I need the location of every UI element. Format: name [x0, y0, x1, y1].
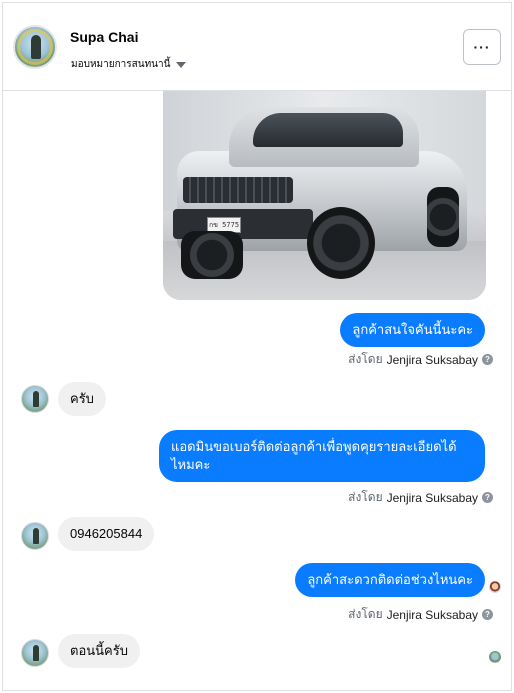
- caret-down-icon: [176, 62, 187, 68]
- question-circle-icon[interactable]: ?: [482, 492, 493, 503]
- more-options-button[interactable]: ···: [463, 29, 501, 65]
- contact-avatar-small[interactable]: [21, 522, 49, 550]
- seen-avatar-icon: [489, 651, 501, 663]
- sent-by-prefix: ส่งโดย: [348, 490, 383, 504]
- message-thread[interactable]: กข 5775 ลูกค้าสนใจคันนี้นะคะ ส่งโดย Jenj…: [3, 91, 511, 690]
- sent-by-prefix: ส่งโดย: [348, 352, 383, 366]
- contact-avatar[interactable]: [13, 25, 57, 69]
- outgoing-message[interactable]: แอดมินขอเบอร์ติดต่อลูกค้าเพื่อพูดคุยรายล…: [159, 430, 485, 482]
- car-photo-attachment[interactable]: กข 5775: [163, 91, 486, 300]
- avatar-figure: [33, 391, 39, 407]
- conversation-panel: Supa Chai มอบหมายการสนทนานี้ ··· กข 5775…: [2, 2, 512, 691]
- sent-by-label: ส่งโดย Jenjira Suksabay ?: [348, 605, 493, 624]
- sent-by-agent[interactable]: Jenjira Suksabay: [387, 608, 478, 622]
- incoming-message[interactable]: 0946205844: [58, 517, 155, 551]
- car-grille: [183, 177, 293, 203]
- seen-avatar-icon: [489, 581, 501, 593]
- contact-name[interactable]: Supa Chai: [70, 29, 138, 45]
- car-wheel: [181, 231, 243, 279]
- sent-by-agent[interactable]: Jenjira Suksabay: [387, 491, 478, 505]
- sent-by-prefix: ส่งโดย: [348, 607, 383, 621]
- ellipsis-icon: ···: [473, 39, 491, 55]
- assign-conversation-label: มอบหมายการสนทนานี้: [71, 59, 171, 70]
- sent-by-label: ส่งโดย Jenjira Suksabay ?: [348, 488, 493, 507]
- avatar-figure: [31, 35, 41, 59]
- car-wheel: [307, 207, 375, 279]
- assign-conversation-dropdown[interactable]: มอบหมายการสนทนานี้: [71, 57, 187, 72]
- avatar-figure: [33, 528, 39, 544]
- incoming-message[interactable]: ครับ: [58, 382, 106, 416]
- conversation-header: Supa Chai มอบหมายการสนทนานี้ ···: [3, 3, 511, 91]
- car-windshield: [253, 113, 403, 147]
- avatar-figure: [33, 645, 39, 661]
- question-circle-icon[interactable]: ?: [482, 354, 493, 365]
- contact-avatar-small[interactable]: [21, 385, 49, 413]
- sent-by-label: ส่งโดย Jenjira Suksabay ?: [348, 350, 493, 369]
- car-wheel: [427, 187, 459, 247]
- outgoing-message[interactable]: ลูกค้าสะดวกติดต่อช่วงไหนคะ: [295, 563, 485, 597]
- contact-avatar-small[interactable]: [21, 639, 49, 667]
- incoming-message[interactable]: ตอนนี้ครับ: [58, 634, 140, 668]
- question-circle-icon[interactable]: ?: [482, 609, 493, 620]
- outgoing-message[interactable]: ลูกค้าสนใจคันนี้นะคะ: [340, 313, 485, 347]
- sent-by-agent[interactable]: Jenjira Suksabay: [387, 353, 478, 367]
